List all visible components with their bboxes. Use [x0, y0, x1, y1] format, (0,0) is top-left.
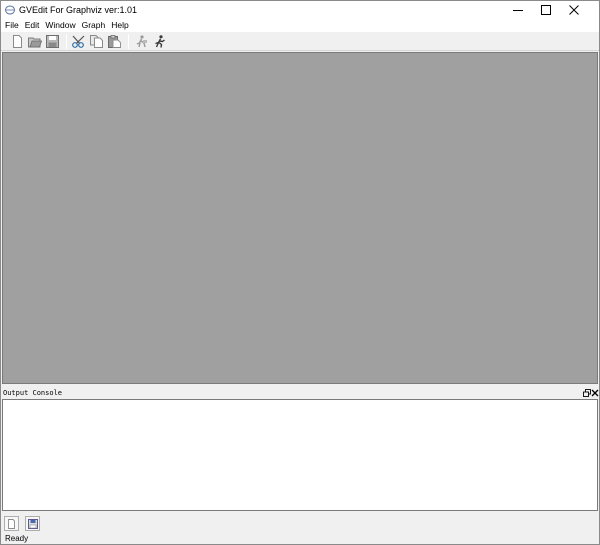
menu-edit[interactable]: Edit: [22, 19, 43, 32]
close-button[interactable]: [560, 1, 588, 19]
paste-button[interactable]: [107, 34, 122, 49]
main-window: GVEdit For Graphviz ver:1.01 File Edit W…: [0, 0, 600, 545]
run-button[interactable]: [152, 34, 167, 49]
open-file-icon: [27, 37, 42, 47]
new-file-icon: [13, 35, 22, 48]
cut-button[interactable]: [71, 34, 86, 49]
window-title: GVEdit For Graphviz ver:1.01: [19, 5, 138, 15]
menu-window[interactable]: Window: [42, 19, 78, 32]
save-file-icon: [46, 35, 59, 48]
cut-icon: [71, 35, 84, 48]
menu-help[interactable]: Help: [108, 19, 131, 32]
main-toolbar: [1, 32, 599, 51]
console-toolbar: [1, 513, 599, 533]
save-file-button[interactable]: [45, 34, 60, 49]
open-file-button[interactable]: [27, 34, 42, 49]
output-console-title: Output Console: [3, 389, 63, 397]
close-icon: [569, 5, 579, 15]
minimize-icon: [513, 10, 523, 11]
new-file-button[interactable]: [10, 34, 25, 49]
status-text: Ready: [5, 534, 29, 543]
settings-run-button[interactable]: [134, 34, 149, 49]
menu-file[interactable]: File: [1, 19, 22, 32]
copy-icon: [90, 35, 103, 48]
dock-float-icon[interactable]: [583, 389, 591, 397]
output-console-titlebar[interactable]: Output Console: [1, 388, 599, 399]
menu-graph[interactable]: Graph: [79, 19, 109, 32]
output-console-text[interactable]: [2, 399, 598, 511]
copy-button[interactable]: [89, 34, 104, 49]
toolbar-separator: [66, 34, 67, 49]
save-log-icon: [27, 518, 38, 529]
toolbar-separator: [128, 34, 129, 49]
run-icon: [155, 35, 165, 48]
new-log-button[interactable]: [4, 516, 19, 531]
graphviz-app-icon: [5, 5, 15, 15]
save-log-button[interactable]: [25, 516, 40, 531]
mdi-workspace[interactable]: [2, 52, 598, 384]
status-bar: Ready: [1, 533, 599, 544]
maximize-button[interactable]: [532, 1, 560, 19]
maximize-icon: [541, 5, 551, 15]
new-log-icon: [8, 518, 15, 529]
dock-close-icon[interactable]: [591, 389, 599, 397]
title-bar: GVEdit For Graphviz ver:1.01: [1, 1, 599, 19]
paste-icon: [108, 35, 121, 48]
minimize-button[interactable]: [504, 1, 532, 19]
menu-bar: File Edit Window Graph Help: [1, 19, 599, 32]
settings-run-icon: [136, 35, 147, 48]
